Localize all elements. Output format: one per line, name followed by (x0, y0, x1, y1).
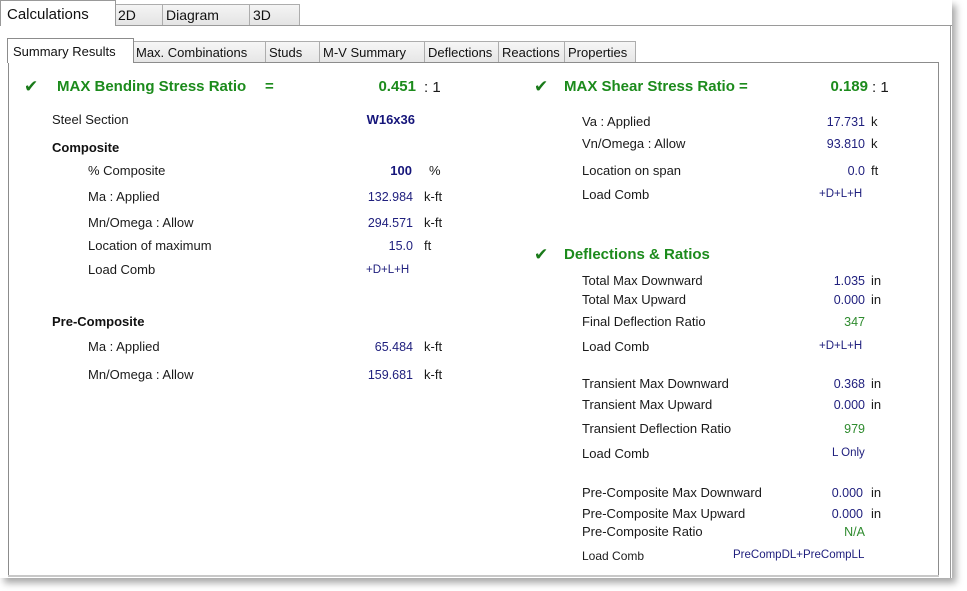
defl-precomp-up-label: Pre-Composite Max Upward (582, 506, 746, 521)
tab-3d[interactable]: 3D (249, 4, 300, 25)
check-icon: ✔ (534, 77, 549, 96)
shear-ratio-suffix: : 1 (872, 79, 889, 96)
composite-ma-label: Ma : Applied (88, 189, 160, 204)
composite-location-label: Location of maximum (88, 238, 212, 253)
bending-ratio-value: 0.451 (378, 78, 416, 95)
composite-mn-value: 294.571 (367, 216, 413, 230)
check-icon: ✔ (534, 245, 549, 264)
defl-precomp-up-unit: in (871, 506, 882, 521)
shear-vn-unit: k (871, 136, 878, 151)
defl-loadcomb-1-value: +D+L+H (819, 340, 863, 352)
defl-loadcomb-1-label: Load Comb (582, 339, 650, 354)
shear-loadcomb-value: +D+L+H (819, 188, 863, 200)
subtab-mv-summary[interactable]: M-V Summary (319, 41, 425, 62)
check-icon: ✔ (24, 77, 39, 96)
precomposite-heading: Pre-Composite (52, 314, 145, 329)
defl-total-down-value: 1.035 (833, 274, 865, 288)
shear-location-unit: ft (871, 163, 879, 178)
precomposite-ma-unit: k-ft (424, 339, 443, 354)
defl-loadcomb-3-label: Load Comb (582, 549, 645, 563)
subtab-max-combinations[interactable]: Max. Combinations (132, 41, 267, 62)
defl-total-up-label: Total Max Upward (582, 292, 687, 307)
composite-percent-unit: % (429, 163, 441, 178)
precomposite-ma-value: 65.484 (374, 340, 413, 354)
shear-vn-value: 93.810 (826, 137, 865, 151)
defl-transient-up-value: 0.000 (833, 398, 865, 412)
tab-calculations[interactable]: Calculations (0, 0, 116, 26)
shear-location-value: 0.0 (847, 164, 865, 178)
panel-bottom-edge (8, 575, 939, 577)
defl-total-up-value: 0.000 (833, 293, 865, 307)
defl-transient-ratio-value: 979 (844, 422, 865, 436)
defl-transient-down-label: Transient Max Downward (582, 376, 729, 391)
defl-loadcomb-2-label: Load Comb (582, 446, 650, 461)
defl-precomp-down-label: Pre-Composite Max Downward (582, 485, 762, 500)
precomposite-mn-unit: k-ft (424, 367, 443, 382)
subtab-properties[interactable]: Properties (564, 41, 636, 62)
bending-title: MAX Bending Stress Ratio (57, 78, 247, 95)
deflections-title: Deflections & Ratios (564, 246, 710, 263)
composite-ma-unit: k-ft (424, 189, 443, 204)
shear-loadcomb-label: Load Comb (582, 187, 650, 202)
defl-final-ratio-label: Final Deflection Ratio (582, 314, 706, 329)
shear-vn-label: Vn/Omega : Allow (582, 136, 686, 151)
composite-heading: Composite (52, 140, 120, 155)
defl-transient-up-label: Transient Max Upward (582, 397, 713, 412)
precomposite-ma-label: Ma : Applied (88, 339, 160, 354)
composite-percent-value: 100 (390, 163, 412, 178)
defl-loadcomb-2-value: L Only (832, 447, 865, 459)
composite-location-value: 15.0 (388, 239, 413, 253)
steel-section-value: W16x36 (366, 112, 415, 127)
bending-ratio-suffix: : 1 (424, 79, 441, 96)
shear-va-label: Va : Applied (582, 114, 651, 129)
defl-precomp-ratio-label: Pre-Composite Ratio (582, 524, 703, 539)
defl-final-ratio-value: 347 (844, 315, 865, 329)
defl-transient-down-value: 0.368 (833, 377, 865, 391)
shear-location-label: Location on span (582, 163, 682, 178)
tab-2d[interactable]: 2D (114, 4, 164, 25)
tab-diagram[interactable]: Diagram (162, 4, 251, 25)
defl-loadcomb-3-value: PreCompDL+PreCompLL (733, 549, 865, 561)
defl-precomp-down-unit: in (871, 485, 882, 500)
subtab-reactions[interactable]: Reactions (498, 41, 565, 62)
shear-va-value: 17.731 (826, 115, 865, 129)
composite-location-unit: ft (424, 238, 432, 253)
defl-precomp-ratio-value: N/A (844, 525, 865, 539)
composite-ma-value: 132.984 (367, 190, 413, 204)
shear-ratio-value: 0.189 (830, 78, 868, 95)
precomposite-mn-value: 159.681 (367, 368, 413, 382)
shear-title: MAX Shear Stress Ratio = (564, 78, 748, 95)
calculations-window: Calculations 2D Diagram 3D Summary Resul… (0, 0, 952, 578)
defl-transient-ratio-label: Transient Deflection Ratio (582, 421, 732, 436)
shear-va-unit: k (871, 114, 878, 129)
defl-transient-down-unit: in (871, 376, 882, 391)
composite-loadcomb-value: +D+L+H (366, 264, 410, 276)
steel-section-label: Steel Section (52, 112, 129, 127)
composite-mn-label: Mn/Omega : Allow (88, 215, 194, 230)
precomposite-mn-label: Mn/Omega : Allow (88, 367, 194, 382)
subtab-deflections[interactable]: Deflections (424, 41, 500, 62)
composite-mn-unit: k-ft (424, 215, 443, 230)
defl-total-down-unit: in (871, 273, 882, 288)
defl-precomp-down-value: 0.000 (831, 486, 863, 500)
defl-total-up-unit: in (871, 292, 882, 307)
defl-precomp-up-value: 0.000 (831, 507, 863, 521)
composite-percent-label: % Composite (88, 163, 166, 178)
subtab-studs[interactable]: Studs (265, 41, 321, 62)
defl-transient-up-unit: in (871, 397, 882, 412)
composite-loadcomb-label: Load Comb (88, 262, 156, 277)
bending-equals: = (265, 78, 274, 95)
tab-strip-divider (0, 25, 952, 26)
defl-total-down-label: Total Max Downward (582, 273, 703, 288)
subtab-summary-results[interactable]: Summary Results (7, 38, 134, 63)
